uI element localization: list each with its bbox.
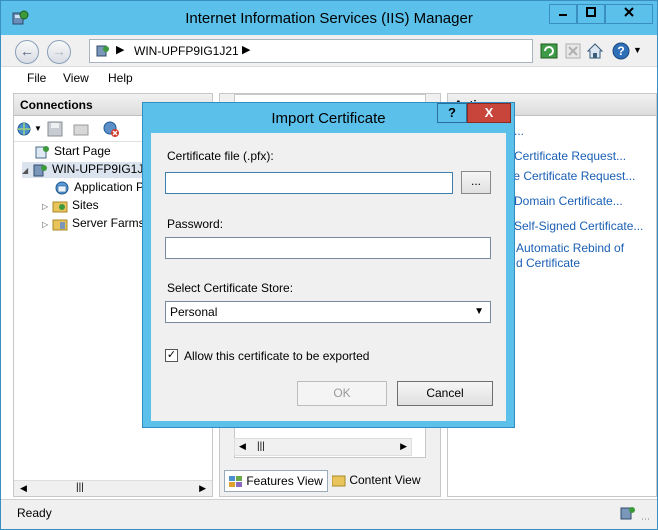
help-dropdown-icon[interactable]: ▼ [633,45,642,55]
tab-features-view[interactable]: Features View [224,470,328,492]
scroll-left-icon[interactable]: ◀ [239,441,246,452]
start-page-icon [35,146,49,159]
refresh-icon[interactable] [539,41,559,61]
menu-file[interactable]: File [27,71,46,85]
dialog-help-button[interactable]: ? [437,103,467,123]
navigation-bar: ← → ▶ WIN-UPFP9IG1J21 ▶ ? ▼ [1,35,657,67]
tree-item-sites[interactable]: ▷ Sites [42,198,99,214]
minimize-button[interactable] [549,4,577,24]
network-status-icon [620,507,635,520]
action-create-self-signed-certificate[interactable]: Self-Signed Certificate... [514,219,643,234]
tab-content-view[interactable]: Content View [328,470,425,492]
server-icon [33,164,47,177]
chevron-down-icon: ▼ [474,306,484,317]
menu-bar: File View Help [1,67,657,89]
tab-features-label: Features View [246,474,323,488]
address-chevron-icon[interactable]: ▶ [242,43,250,56]
collapse-arrow-icon[interactable]: ◢ [22,166,32,175]
tree-item-application-pools[interactable]: Application P [54,180,144,196]
action-link[interactable]: ... [514,124,524,139]
status-bar: Ready ⋯ [1,499,657,529]
tree-item-label: WIN-UPFP9IG1J2 [52,162,151,177]
cancel-button-label: Cancel [426,386,464,400]
allow-export-checkbox[interactable]: ✓ [165,349,178,362]
action-create-domain-certificate[interactable]: Domain Certificate... [514,194,623,209]
tree-item-server-farms[interactable]: ▷ Server Farms [42,216,145,232]
title-bar: Internet Information Services (IIS) Mana… [1,1,657,35]
sites-folder-icon [52,201,68,213]
browse-button[interactable]: ... [461,171,491,194]
tab-content-label: Content View [349,473,421,487]
browse-button-label: ... [470,174,481,188]
stop-icon[interactable] [563,41,583,61]
tree-item-label: Start Page [54,144,111,159]
ok-button[interactable]: OK [297,381,387,406]
resize-grip-icon[interactable]: ⋯ [641,514,650,525]
status-text: Ready [17,506,52,520]
tree-item-label: Sites [72,198,99,213]
dialog-body: Certificate file (.pfx): ... Password: S… [151,133,506,421]
expand-arrow-icon[interactable]: ▷ [42,202,52,211]
certificate-store-select[interactable]: Personal ▼ [165,301,491,323]
connect-dropdown-icon[interactable]: ▼ [34,124,42,133]
application-pools-icon [55,181,69,195]
delete-connection-icon[interactable] [102,120,120,138]
menu-help[interactable]: Help [108,71,133,85]
connect-globe-icon[interactable] [16,120,34,138]
action-complete-certificate-request[interactable]: te Certificate Request... [510,169,635,184]
tree-item-server[interactable]: ◢ WIN-UPFP9IG1J2 [22,162,155,178]
address-text: WIN-UPFP9IG1J21 [134,44,239,58]
maximize-icon [586,7,596,17]
certificate-file-input[interactable] [165,172,453,194]
scroll-right-icon[interactable]: ▶ [199,483,206,494]
features-horizontal-scrollbar[interactable]: ◀ ||| ▶ [234,438,412,456]
maximize-button[interactable] [577,4,605,24]
close-icon: X [484,105,494,120]
tree-item-label: Application P [74,180,145,195]
action-create-certificate-request[interactable]: Certificate Request... [514,149,626,164]
certificate-store-value: Personal [170,305,218,319]
ok-button-label: OK [333,386,351,400]
import-certificate-dialog: Import Certificate ? X Certificate file … [142,102,515,428]
allow-export-label[interactable]: Allow this certificate to be exported [184,349,369,363]
help-icon[interactable]: ? [611,41,631,61]
close-icon [624,7,634,17]
action-enable-automatic-rebind[interactable]: Automatic Rebind of [516,241,624,256]
address-chevron-icon: ▶ [116,44,125,56]
back-button[interactable]: ← [15,40,39,64]
connections-horizontal-scrollbar[interactable]: ◀ ||| ▶ [14,480,212,496]
password-input[interactable] [165,237,491,259]
server-icon [96,45,109,57]
password-label: Password: [167,217,224,231]
scroll-thumb-grip[interactable]: ||| [257,441,265,452]
window-close-button[interactable] [605,4,653,24]
scroll-right-icon[interactable]: ▶ [400,441,407,452]
tree-item-label: Server Farms [72,216,145,231]
back-arrow-icon: ← [20,43,34,59]
minimize-icon [559,14,567,16]
scroll-left-icon[interactable]: ◀ [20,483,27,494]
certificate-store-label: Select Certificate Store: [167,281,294,295]
menu-view[interactable]: View [63,71,89,85]
up-folder-icon[interactable] [72,120,90,138]
content-view-icon [331,475,346,487]
server-farms-icon [52,219,68,231]
view-tabs: Features View Content View [224,470,436,492]
question-mark-icon: ? [448,105,456,120]
svg-text:?: ? [617,44,624,58]
scroll-thumb-grip[interactable]: ||| [76,482,84,493]
save-icon[interactable] [46,120,64,138]
features-view-icon [229,475,242,487]
expand-arrow-icon[interactable]: ▷ [42,220,52,229]
home-icon[interactable] [585,41,605,61]
address-bar[interactable]: ▶ WIN-UPFP9IG1J21 ▶ [89,39,533,63]
cancel-button[interactable]: Cancel [397,381,493,406]
forward-button[interactable]: → [47,40,71,64]
action-renewed-certificate[interactable]: d Certificate [516,256,580,271]
certificate-file-label: Certificate file (.pfx): [167,149,274,163]
tree-item-start-page[interactable]: Start Page [34,144,111,160]
dialog-close-button[interactable]: X [467,103,511,123]
checkmark-icon: ✓ [166,349,177,361]
forward-arrow-icon: → [52,43,66,59]
